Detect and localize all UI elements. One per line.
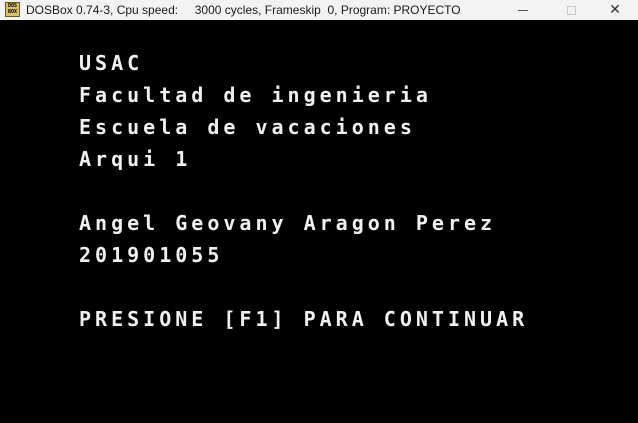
title-bar[interactable]: DOS BOX DOSBox 0.74-3, Cpu speed: 3000 c… bbox=[0, 0, 638, 20]
minimize-icon bbox=[518, 9, 528, 11]
window-title: DOSBox 0.74-3, Cpu speed: 3000 cycles, F… bbox=[26, 3, 461, 17]
maximize-icon bbox=[566, 5, 576, 15]
dos-screen[interactable]: USAC Facultad de ingenieria Escuela de v… bbox=[0, 20, 638, 423]
line-student-id: 201901055 bbox=[79, 243, 224, 267]
line-continue-prompt: PRESIONE [F1] PARA CONTINUAR bbox=[79, 307, 529, 331]
icon-label-bottom: BOX bbox=[7, 9, 18, 15]
maximize-button[interactable] bbox=[548, 0, 594, 20]
minimize-button[interactable] bbox=[500, 0, 546, 20]
line-course: Arqui 1 bbox=[79, 147, 192, 171]
close-button[interactable]: ✕ bbox=[592, 0, 638, 20]
line-institution: USAC bbox=[79, 51, 144, 75]
line-faculty: Facultad de ingenieria bbox=[79, 83, 432, 107]
dosbox-icon[interactable]: DOS BOX bbox=[5, 2, 20, 17]
dosbox-window: DOS BOX DOSBox 0.74-3, Cpu speed: 3000 c… bbox=[0, 0, 638, 423]
close-icon: ✕ bbox=[609, 2, 621, 18]
line-school: Escuela de vacaciones bbox=[79, 115, 416, 139]
line-student-name: Angel Geovany Aragon Perez bbox=[79, 211, 497, 235]
